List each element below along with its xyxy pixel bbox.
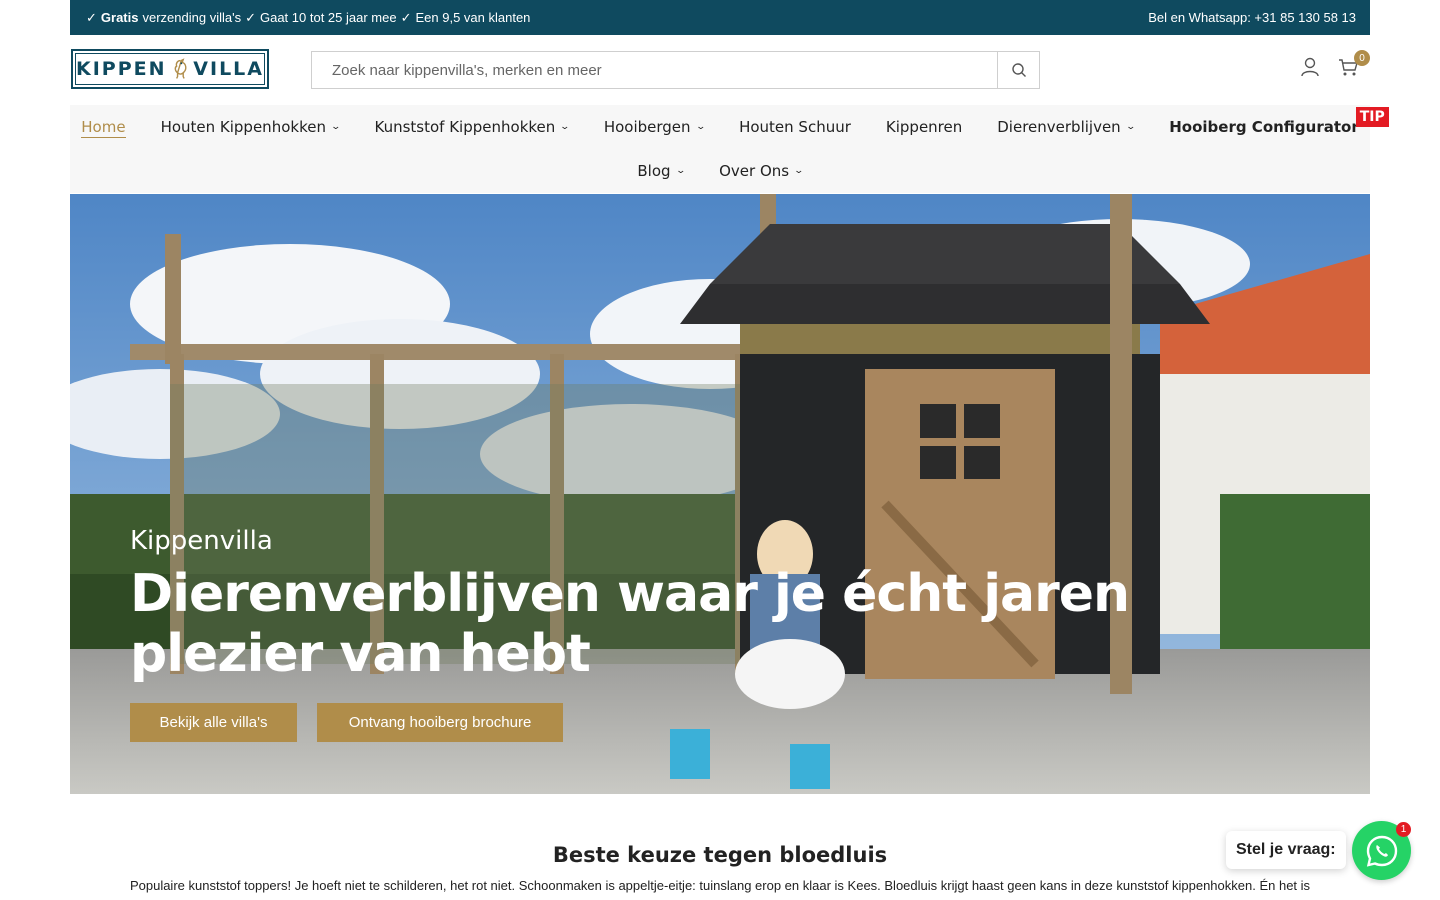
nav-item-kippenren[interactable]: Kippenren [886, 116, 962, 138]
header-actions: 0 [1300, 50, 1370, 78]
nav-item-houten-kippenhokken[interactable]: Houten Kippenhokken ⌄ [160, 116, 342, 138]
nav-item-blog[interactable]: Blog ⌄ [637, 160, 686, 182]
nav-label: Houten Schuur [739, 118, 851, 136]
nav-label: Houten Kippenhokken [160, 118, 326, 136]
chevron-down-icon: ⌄ [559, 122, 571, 132]
chevron-down-icon: ⌄ [330, 122, 342, 132]
nav-item-home[interactable]: Home [81, 116, 126, 138]
tip-badge: TIP [1355, 107, 1389, 127]
main-navigation: Home Houten Kippenhokken ⌄ Kunststof Kipp… [70, 105, 1389, 193]
section-description: Populaire kunststof toppers! Je hoeft ni… [129, 878, 1311, 893]
search-icon [1011, 63, 1026, 77]
nav-label: Over Ons [719, 162, 790, 180]
usp-text: Een 9,5 van klanten [415, 10, 531, 25]
rooster-icon [174, 58, 187, 79]
chevron-down-icon: ⌄ [1125, 122, 1136, 132]
nav-label: Blog [637, 162, 671, 180]
check-icon: ✓ [86, 9, 97, 25]
site-logo[interactable]: KIPPEN VILLA [71, 49, 269, 89]
search-button[interactable] [997, 52, 1039, 88]
brochure-button[interactable]: Ontvang hooiberg brochure [317, 703, 563, 742]
nav-label: Hooiberg Configurator [1169, 118, 1359, 136]
nav-label: Hooibergen [603, 118, 691, 136]
nav-label: Kippenren [885, 118, 963, 136]
nav-item-dierenverblijven[interactable]: Dierenverblijven ⌄ [997, 116, 1136, 138]
usp-text: Gaat 10 tot 25 jaar mee [259, 10, 397, 25]
logo-frame: KIPPEN VILLA [75, 53, 265, 85]
chevron-down-icon: ⌄ [675, 166, 686, 176]
cart-count-badge: 0 [1354, 50, 1370, 66]
check-icon: ✓ [245, 9, 256, 25]
hero-title: Dierenverblijven waar je écht jaren plez… [130, 564, 1130, 684]
chat-prompt[interactable]: Stel je vraag: [1226, 831, 1346, 869]
nav-item-hooiberg-configurator[interactable]: Hooiberg Configurator TIP [1169, 107, 1389, 138]
search-bar [311, 51, 1040, 89]
hero-subtitle: Kippenvilla [130, 526, 273, 556]
usp-highlight: Gratis [100, 10, 139, 25]
nav-item-hooibergen[interactable]: Hooibergen ⌄ [603, 116, 706, 138]
usp-list: ✓ Gratis verzending villa's ✓ Gaat 10 to… [86, 10, 530, 26]
account-button[interactable] [1300, 56, 1320, 78]
nav-row-secondary: Blog ⌄ Over Ons ⌄ [70, 160, 1370, 182]
whatsapp-icon [1366, 835, 1397, 867]
section-title: Beste keuze tegen bloedluis [552, 843, 888, 867]
hero-banner: Kippenvilla Dierenverblijven waar je éch… [70, 194, 1370, 794]
nav-item-over-ons[interactable]: Over Ons ⌄ [719, 160, 805, 182]
search-input[interactable] [312, 52, 997, 88]
contact-phone[interactable]: Bel en Whatsapp: +31 85 130 58 13 [1148, 10, 1356, 25]
view-all-villas-button[interactable]: Bekijk alle villa's [130, 703, 297, 742]
usp-text: verzending villa's [142, 10, 242, 25]
nav-row-primary: Home Houten Kippenhokken ⌄ Kunststof Kipp… [70, 107, 1389, 138]
chevron-down-icon: ⌄ [695, 122, 706, 132]
whatsapp-notification-badge: 1 [1396, 822, 1411, 837]
logo-text-right: VILLA [193, 58, 264, 80]
nav-label: Dierenverblijven [997, 118, 1121, 136]
nav-label: Home [81, 117, 126, 136]
nav-label: Kunststof Kippenhokken [374, 118, 556, 136]
cart-button[interactable]: 0 [1338, 50, 1370, 78]
nav-item-houten-schuur[interactable]: Houten Schuur [739, 116, 851, 138]
chevron-down-icon: ⌄ [793, 166, 805, 176]
announcement-bar: ✓ Gratis verzending villa's ✓ Gaat 10 to… [70, 0, 1370, 35]
user-icon [1301, 57, 1319, 77]
check-icon: ✓ [400, 9, 412, 25]
logo-text-left: KIPPEN [76, 58, 167, 80]
nav-item-kunststof-kippenhokken[interactable]: Kunststof Kippenhokken ⌄ [374, 116, 571, 138]
